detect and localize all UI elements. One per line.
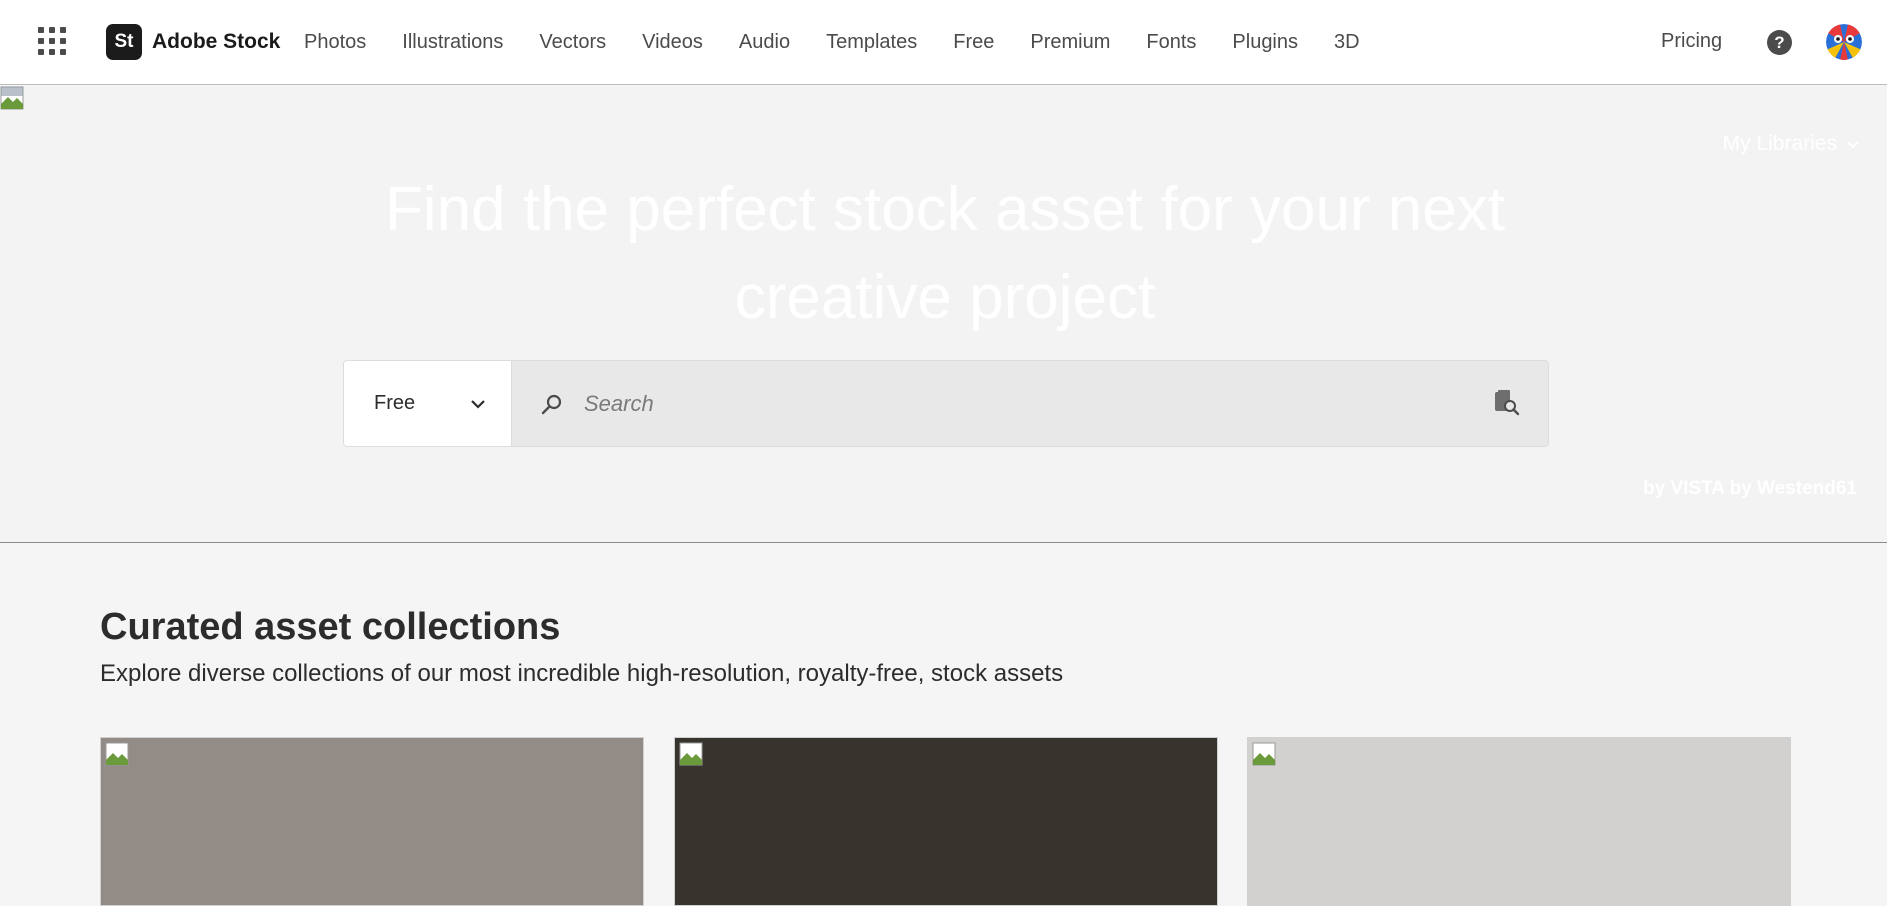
- asset-type-dropdown[interactable]: Free: [344, 361, 512, 446]
- photo-credit[interactable]: by VISTA by Westend61: [1643, 478, 1857, 500]
- broken-image-icon: [1252, 742, 1276, 766]
- broken-image-icon: [105, 742, 129, 766]
- brand-logo-icon: St: [106, 24, 142, 60]
- hero-title: Find the perfect stock asset for your ne…: [385, 175, 1505, 332]
- section-title: Curated asset collections: [100, 606, 561, 648]
- visual-search-icon[interactable]: [1492, 389, 1520, 417]
- app-switcher-grid-icon[interactable]: [38, 27, 66, 55]
- pricing-link[interactable]: Pricing: [1661, 30, 1722, 53]
- nav-link-audio[interactable]: Audio: [721, 31, 808, 54]
- user-avatar[interactable]: [1826, 24, 1862, 60]
- asset-type-value: Free: [374, 392, 416, 414]
- collection-card[interactable]: [1247, 737, 1791, 906]
- nav-link-3d[interactable]: 3D: [1316, 31, 1378, 54]
- search-field: [512, 361, 1548, 446]
- hero-banner: My Libraries Find the perfect stock asse…: [0, 86, 1887, 543]
- top-navigation: St Adobe Stock Photos Illustrations Vect…: [0, 0, 1887, 85]
- nav-link-fonts[interactable]: Fonts: [1128, 31, 1214, 54]
- search-input[interactable]: [584, 361, 1444, 446]
- main-nav-links: Photos Illustrations Vectors Videos Audi…: [286, 0, 1378, 85]
- broken-image-icon: [679, 742, 703, 766]
- search-bar: Free: [343, 360, 1549, 447]
- nav-link-illustrations[interactable]: Illustrations: [384, 31, 521, 54]
- collection-card[interactable]: [100, 737, 644, 906]
- chevron-down-icon: [1847, 141, 1859, 149]
- search-icon: [541, 394, 562, 415]
- avatar-image: [1826, 24, 1862, 60]
- nav-link-templates[interactable]: Templates: [808, 31, 935, 54]
- my-libraries-label: My Libraries: [1722, 132, 1837, 155]
- nav-link-videos[interactable]: Videos: [624, 31, 721, 54]
- brand-name: Adobe Stock: [152, 30, 281, 53]
- chevron-down-icon: [471, 399, 485, 409]
- broken-image-icon: [0, 86, 24, 110]
- nav-link-free[interactable]: Free: [935, 31, 1012, 54]
- nav-link-plugins[interactable]: Plugins: [1214, 31, 1316, 54]
- nav-link-photos[interactable]: Photos: [286, 31, 384, 54]
- collection-card[interactable]: [674, 737, 1218, 906]
- section-subtitle: Explore diverse collections of our most …: [100, 660, 1064, 687]
- my-libraries-dropdown[interactable]: My Libraries: [1723, 132, 1861, 156]
- nav-link-vectors[interactable]: Vectors: [521, 31, 624, 54]
- adobe-stock-logo[interactable]: St Adobe Stock: [106, 24, 280, 60]
- nav-link-premium[interactable]: Premium: [1012, 31, 1128, 54]
- help-icon[interactable]: ?: [1767, 30, 1792, 55]
